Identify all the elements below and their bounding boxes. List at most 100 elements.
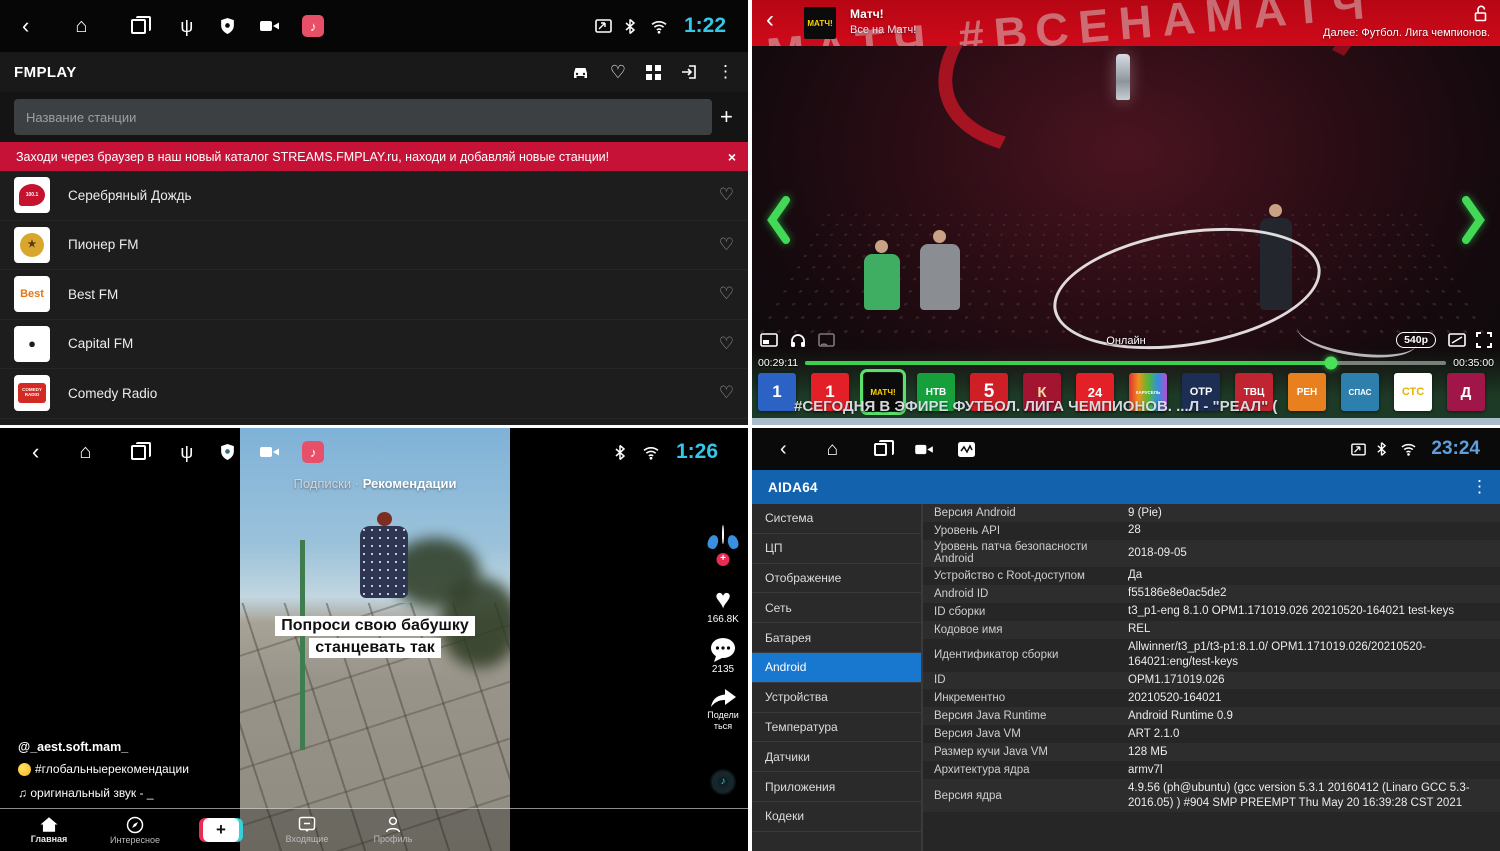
seek-thumb[interactable]: [1324, 357, 1337, 370]
home-icon[interactable]: ⌂: [75, 16, 87, 36]
sidebar-item-Система[interactable]: Система: [752, 504, 921, 534]
station-row-Best FM[interactable]: Best Best FM ♡: [0, 270, 748, 320]
share-icon[interactable]: [700, 687, 746, 709]
nav-create-button[interactable]: +: [178, 818, 264, 842]
sidebar-item-ЦП[interactable]: ЦП: [752, 534, 921, 564]
comment-icon[interactable]: [700, 637, 746, 663]
favorite-heart-icon[interactable]: ♡: [719, 383, 734, 403]
next-program-label: Далее: Футбол. Лига чемпионов.: [1323, 27, 1490, 39]
info-row: Размер кучи Java VM 128 МБ: [923, 743, 1500, 761]
info-value: Allwinner/t3_p1/t3-p1:8.1.0/ OPM1.171019…: [1128, 640, 1500, 670]
home-icon[interactable]: ⌂: [827, 440, 838, 459]
action-rail: + ♥ 166.8K 2135 Поделиться ♪: [700, 526, 746, 795]
info-key: ID: [923, 674, 1128, 686]
clock: 1:22: [684, 14, 726, 38]
favorite-heart-icon[interactable]: ♡: [719, 235, 734, 255]
program-title: Все на Матч!: [850, 24, 916, 36]
close-icon[interactable]: ×: [728, 149, 736, 165]
follow-plus-badge[interactable]: +: [717, 553, 730, 566]
prev-channel-icon[interactable]: [766, 196, 792, 244]
station-name: Best FM: [68, 287, 118, 302]
time-current: 00:29:11: [758, 357, 798, 369]
add-station-button[interactable]: +: [720, 104, 733, 130]
unlock-icon[interactable]: [1473, 5, 1488, 22]
sidebar-item-Android[interactable]: Android: [752, 653, 921, 683]
info-key: Версия Android: [923, 507, 1128, 519]
info-row: Версия Android 9 (Pie): [923, 504, 1500, 522]
nav-discover[interactable]: Интересное: [92, 816, 178, 845]
fmplay-app: ‹ ⌂ ψ ♪ 1:22 FMPLAY ♡: [0, 0, 748, 425]
nav-home[interactable]: Главная: [6, 816, 92, 844]
back-icon[interactable]: ‹: [780, 439, 787, 459]
wifi-icon: [1400, 442, 1417, 456]
station-row-Comedy Radio[interactable]: COMEDY RADIO Comedy Radio ♡: [0, 369, 748, 419]
sound-row[interactable]: ♫ оригинальный звук - _: [18, 786, 154, 800]
sidebar-item-Датчики[interactable]: Датчики: [752, 742, 921, 772]
recents-icon[interactable]: [131, 445, 146, 460]
sidebar-item-Температура[interactable]: Температура: [752, 713, 921, 743]
station-row-Capital FM[interactable]: ● Capital FM ♡: [0, 320, 748, 370]
info-value: Android Runtime 0.9: [1128, 709, 1500, 724]
search-input[interactable]: [14, 99, 712, 135]
info-value: 4.9.56 (ph@ubuntu) (gcc version 5.3.1 20…: [1128, 781, 1500, 811]
sidebar-item-Отображение[interactable]: Отображение: [752, 564, 921, 594]
favorite-heart-icon[interactable]: ♡: [719, 284, 734, 304]
channel-tile-Первый канал[interactable]: 1: [758, 373, 796, 411]
like-icon[interactable]: ♥: [700, 586, 746, 613]
recents-icon[interactable]: [874, 443, 887, 456]
tv-player-app: 540p Онлайн 00:29:11 00:35:00 11МАТЧ!НТВ…: [752, 0, 1500, 425]
clock: 1:26: [676, 440, 718, 464]
usb-icon: ψ: [180, 443, 193, 461]
sound-disc[interactable]: ♪: [710, 769, 736, 795]
nav-inbox[interactable]: Входящие: [264, 816, 350, 844]
usb-icon: ψ: [180, 17, 193, 35]
favorites-icon[interactable]: ♡: [610, 62, 626, 83]
sidebar-item-Батарея[interactable]: Батарея: [752, 623, 921, 653]
presenter-1: [864, 254, 900, 310]
info-value: 128 МБ: [1128, 745, 1500, 760]
username[interactable]: @_aest.soft.mam_: [18, 740, 128, 754]
info-key: Версия Java VM: [923, 728, 1128, 740]
sidebar-item-Сеть[interactable]: Сеть: [752, 593, 921, 623]
sidebar-item-Устройства[interactable]: Устройства: [752, 683, 921, 713]
pink-app-icon: ♪: [302, 15, 324, 37]
tab-foryou[interactable]: Рекомендации: [363, 476, 457, 491]
info-key: Версия ядра: [923, 790, 1128, 802]
car-mode-icon[interactable]: [571, 65, 590, 80]
station-name: Пионер FM: [68, 237, 138, 252]
category-sidebar: СистемаЦПОтображениеСетьБатареяAndroidУс…: [752, 504, 923, 851]
sidebar-item-Кодеки[interactable]: Кодеки: [752, 802, 921, 832]
recents-icon[interactable]: [131, 19, 146, 34]
progress-row: 00:29:11 00:35:00: [752, 354, 1500, 372]
favorite-heart-icon[interactable]: ♡: [719, 185, 734, 205]
overflow-menu-icon[interactable]: ⋮: [1471, 477, 1488, 497]
info-row: Идентификатор сборки Allwinner/t3_p1/t3-…: [923, 639, 1500, 672]
exit-icon[interactable]: [681, 64, 697, 80]
wifi-icon: [642, 445, 660, 460]
back-icon[interactable]: ‹: [22, 15, 29, 37]
wifi-icon: [650, 19, 668, 34]
seek-bar[interactable]: [805, 361, 1446, 365]
station-row-Пионер FM[interactable]: ★ Пионер FM ♡: [0, 221, 748, 271]
station-row-Серебряный Дождь[interactable]: 100.1 Серебряный Дождь ♡: [0, 171, 748, 221]
shield-icon: [219, 443, 236, 461]
home-icon[interactable]: ⌂: [79, 442, 91, 462]
info-value: OPM1.171019.026: [1128, 673, 1500, 688]
app-title: FMPLAY: [14, 64, 77, 81]
favorite-heart-icon[interactable]: ♡: [719, 334, 734, 354]
hashtag-row[interactable]: #глобальныерекомендации: [18, 762, 189, 776]
promo-banner-text: Заходи через браузер в наш новый каталог…: [16, 150, 609, 164]
back-icon[interactable]: ‹: [32, 441, 39, 463]
back-icon[interactable]: ‹: [766, 8, 774, 32]
video-frame[interactable]: 540p Онлайн 00:29:11 00:35:00 11МАТЧ!НТВ…: [752, 46, 1500, 418]
next-channel-icon[interactable]: [1460, 196, 1486, 244]
overflow-menu-icon[interactable]: ⋮: [717, 62, 734, 82]
tab-following[interactable]: Подписки: [293, 476, 351, 491]
info-value: 2018-09-05: [1128, 546, 1500, 561]
creator-avatar[interactable]: +: [706, 526, 740, 560]
nav-profile[interactable]: Профиль: [350, 816, 436, 844]
shield-icon: [219, 17, 236, 35]
info-key: Устройство с Root-доступом: [923, 570, 1128, 582]
grid-view-icon[interactable]: [646, 65, 661, 80]
sidebar-item-Приложения[interactable]: Приложения: [752, 772, 921, 802]
